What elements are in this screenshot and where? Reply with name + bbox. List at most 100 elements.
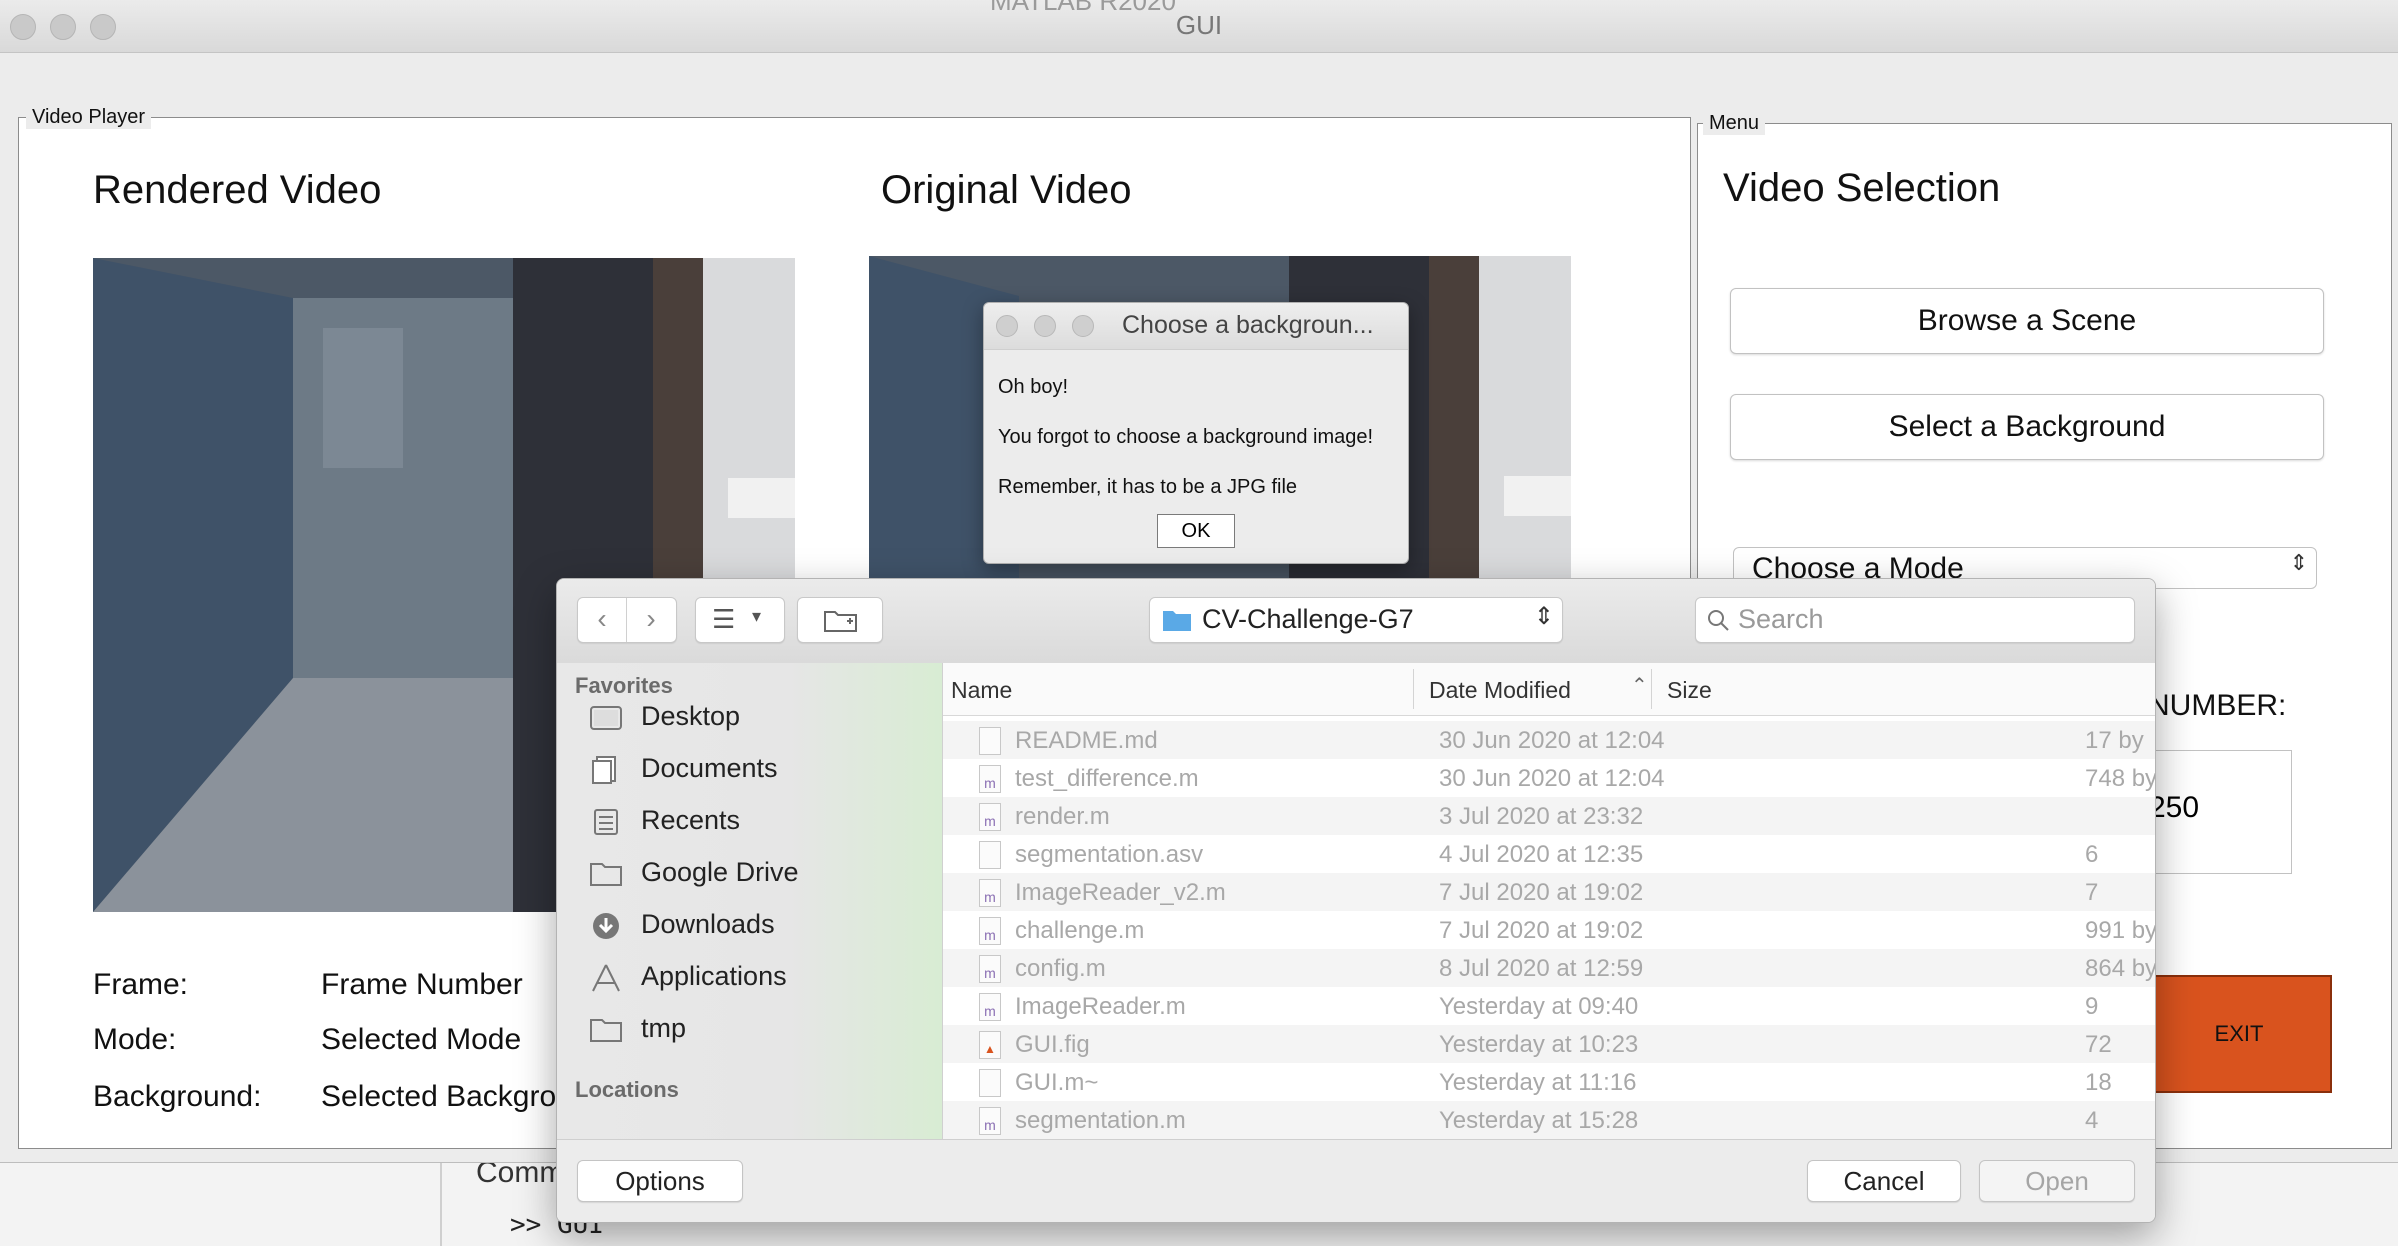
file-name: segmentation.m [1015,1107,1186,1134]
file-dialog-footer: Options Cancel Open [557,1139,2155,1222]
recents-icon [594,809,618,835]
sidebar-item-label: Google Drive [641,857,799,887]
video-player-panel-label: Video Player [26,106,152,129]
file-row[interactable]: m challenge.m 7 Jul 2020 at 19:02 991 by [943,911,2155,949]
file-row[interactable]: m test_difference.m 30 Jun 2020 at 12:04 74… [943,759,2155,797]
menu-panel-label: Menu [1703,112,1766,135]
mode-label: Mode: [93,1023,177,1056]
locations-header: Locations [575,1077,679,1102]
file-name: segmentation.asv [1015,841,1204,868]
file-row[interactable]: m render.m 3 Jul 2020 at 23:32 [943,797,2155,835]
file-row[interactable]: m segmentation.m Yesterday at 15:28 4 [943,1101,2155,1139]
file-row[interactable]: m config.m 8 Jul 2020 at 12:59 864 by [943,949,2155,987]
exit-button[interactable]: EXIT [2146,975,2332,1093]
file-size: 9 [2085,993,2099,1020]
cancel-button[interactable]: Cancel [1807,1160,1961,1202]
folder-select[interactable]: CV-Challenge-G7 ⇕ [1149,597,1563,643]
file-open-dialog: ‹ › ☰ ▾ CV-Challenge-G7 ⇕ Search Favorit… [556,578,2156,1223]
alert-ok-button[interactable]: OK [1157,514,1235,548]
file-name: GUI.fig [1015,1031,1090,1058]
list-view-icon: ☰ [712,604,736,634]
file-name: config.m [1015,955,1106,982]
folder-name: CV-Challenge-G7 [1202,604,1414,634]
file-size: 17 by [2085,727,2144,754]
file-row[interactable]: GUI.m~ Yesterday at 11:16 18 [943,1063,2155,1101]
column-header-date[interactable]: Date Modified [1429,677,1571,704]
sidebar-item-documents[interactable]: Documents [589,751,929,791]
back-forward-group: ‹ › [577,597,677,643]
alert-title: Choose a backgroun... [1122,311,1374,339]
folder-icon [590,863,622,886]
sidebar-item-downloads[interactable]: Downloads [589,907,929,947]
sidebar-item-label: Downloads [641,909,775,939]
sidebar-item-label: Applications [641,961,787,991]
column-divider [1651,669,1652,709]
sidebar-item-google-drive[interactable]: Google Drive [589,855,929,895]
sidebar-item-tmp[interactable]: tmp [589,1011,929,1051]
frame-value: Frame Number [321,968,523,1001]
back-chevron-icon[interactable]: ‹ [578,598,627,642]
file-size: 18 [2085,1069,2112,1096]
sidebar-item-applications[interactable]: Applications [589,959,929,999]
file-row[interactable]: m ImageReader.m Yesterday at 09:40 9 [943,987,2155,1025]
text-file-icon [979,727,1001,755]
chevron-down-icon: ▾ [752,606,762,626]
new-folder-button[interactable] [797,597,883,643]
file-row[interactable]: m ImageReader_v2.m 7 Jul 2020 at 19:02 7 [943,873,2155,911]
file-size: 4 [2085,1107,2099,1134]
window-title: GUI [1175,10,1223,40]
blank-file-icon [979,841,1001,869]
updown-chevron-icon: ⇕ [2289,550,2308,575]
alert-line-1: Oh boy! [998,376,1069,398]
sidebar-item-recents[interactable]: Recents [589,803,929,843]
rendered-video-title: Rendered Video [93,168,382,212]
file-name: challenge.m [1015,917,1145,944]
file-row[interactable]: README.md 30 Jun 2020 at 12:04 17 by [943,721,2155,759]
browse-scene-button[interactable]: Browse a Scene [1730,288,2324,354]
open-button[interactable]: Open [1979,1160,2135,1202]
sort-ascending-icon: ⌃ [1631,675,1648,697]
original-video-title: Original Video [881,168,1132,212]
view-mode-button[interactable]: ☰ ▾ [695,597,785,643]
alert-zoom-icon[interactable] [1072,315,1094,337]
file-date: 30 Jun 2020 at 12:04 [1439,727,1665,754]
sidebar-item-label: Documents [641,753,778,783]
search-field[interactable]: Search [1695,597,2135,643]
column-header-size[interactable]: Size [1667,677,1712,704]
search-placeholder: Search [1738,604,1824,634]
select-background-button[interactable]: Select a Background [1730,394,2324,460]
file-date: Yesterday at 10:23 [1439,1031,1639,1058]
desktop-icon [590,706,622,730]
alert-close-icon[interactable] [996,315,1018,337]
forward-chevron-icon[interactable]: › [627,598,675,642]
file-row[interactable]: segmentation.asv 4 Jul 2020 at 12:35 6 [943,835,2155,873]
fig-file-icon: ▲ [979,1031,1001,1059]
file-size: 748 by [2085,765,2155,792]
options-button[interactable]: Options [577,1160,743,1202]
applications-icon [592,964,620,992]
column-divider [1413,669,1414,709]
file-dialog-sidebar: Favorites Desktop Documents Recents Goog… [557,663,943,1139]
title-bar: MATLAB R2020 GUI [0,0,2398,53]
m-file-icon: m [979,955,1001,983]
file-size: 6 [2085,841,2099,868]
number-field[interactable]: 250 [2148,750,2292,874]
file-name: render.m [1015,803,1110,830]
new-folder-icon [824,611,857,632]
sidebar-item-desktop[interactable]: Desktop [589,699,929,739]
number-value: 250 [2149,791,2200,824]
file-date: Yesterday at 15:28 [1439,1107,1639,1134]
documents-icon [592,756,616,784]
file-date: 8 Jul 2020 at 12:59 [1439,955,1644,982]
alert-minimize-icon[interactable] [1034,315,1056,337]
file-row[interactable]: ▲ GUI.fig Yesterday at 10:23 72 [943,1025,2155,1063]
sidebar-item-label: Recents [641,805,741,835]
m-file-icon: m [979,917,1001,945]
file-name: GUI.m~ [1015,1069,1099,1096]
file-date: 7 Jul 2020 at 19:02 [1439,879,1644,906]
file-date: Yesterday at 09:40 [1439,993,1639,1020]
number-label: NUMBER: [2148,689,2287,722]
column-header-name[interactable]: Name [951,677,1012,704]
m-file-icon: m [979,765,1001,793]
alert-line-2: You forgot to choose a background image! [998,426,1374,448]
